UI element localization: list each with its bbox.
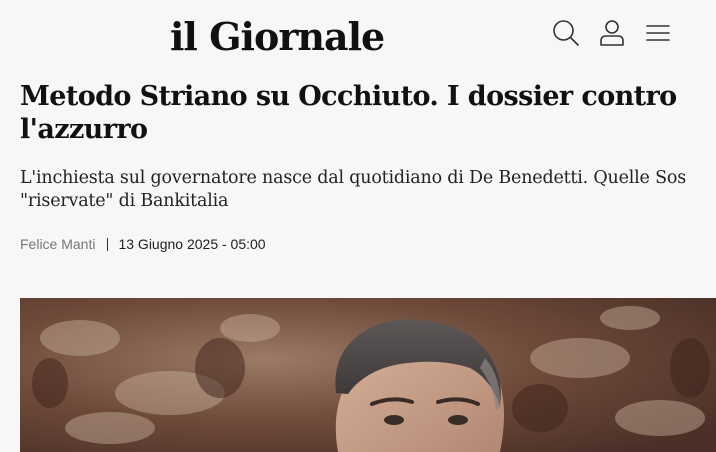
site-logo[interactable]: il Giornale [170, 14, 385, 60]
site-header: il Giornale [0, 0, 716, 68]
hero-image [20, 298, 716, 452]
meta-divider [107, 237, 109, 251]
publish-date: 13 Giugno 2025 - 05:00 [118, 236, 266, 252]
article-meta: Felice Manti 13 Giugno 2025 - 05:00 [20, 235, 266, 253]
search-icon[interactable] [551, 18, 581, 48]
menu-icon[interactable] [643, 18, 673, 48]
author-link[interactable]: Felice Manti [20, 235, 95, 253]
article-title: Metodo Striano su Occhiuto. I dossier co… [20, 81, 677, 145]
article-subtitle: L'inchiesta sul governatore nasce dal qu… [20, 168, 686, 211]
user-icon[interactable] [597, 18, 627, 48]
